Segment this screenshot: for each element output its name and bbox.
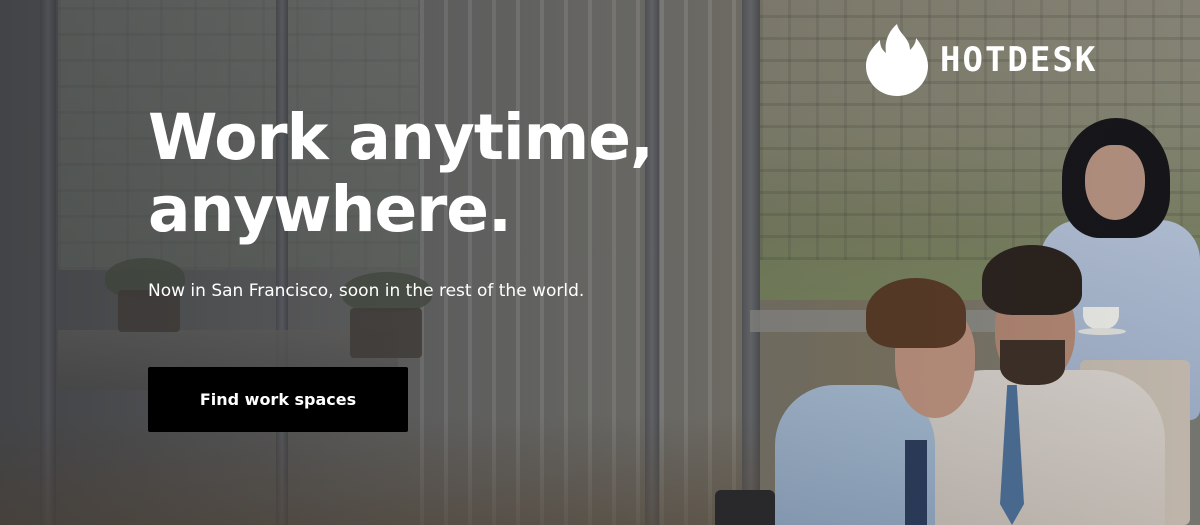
flame-icon	[866, 24, 928, 96]
hero-subheadline: Now in San Francisco, soon in the rest o…	[148, 281, 585, 301]
hero-headline: Work anytime, anywhere.	[148, 102, 708, 246]
hero-headline-line1: Work anytime,	[148, 101, 654, 174]
brand-name: HOTDESK	[940, 40, 1098, 80]
brand-logo[interactable]: HOTDESK	[866, 22, 1097, 96]
hero-section: HOTDESK Work anytime, anywhere. Now in S…	[0, 0, 1200, 525]
find-work-spaces-button[interactable]: Find work spaces	[148, 367, 408, 432]
hero-headline-line2: anywhere.	[148, 173, 512, 246]
